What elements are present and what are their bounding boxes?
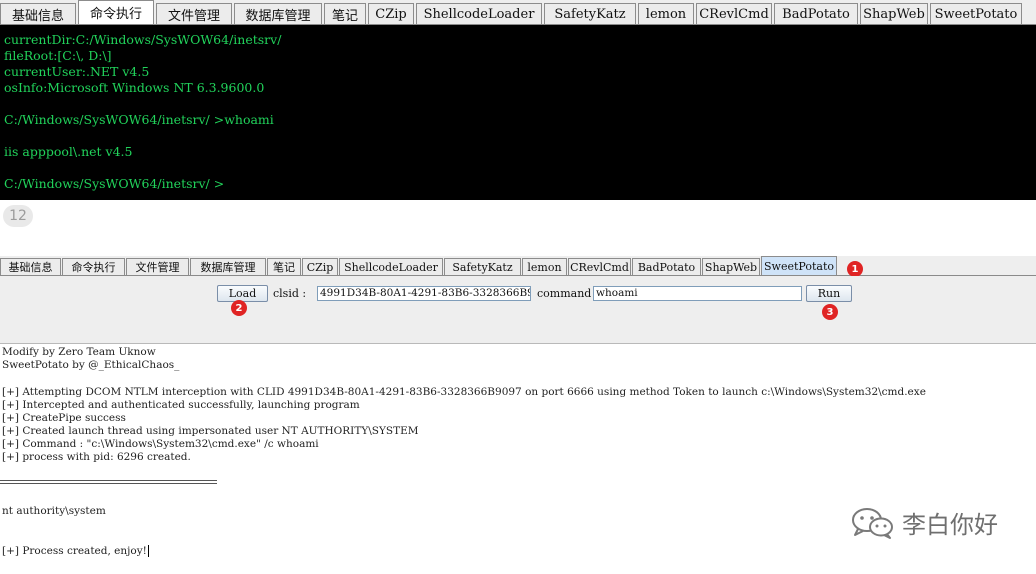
output-line: [+] Created launch thread using imperson… (2, 425, 419, 437)
tab-lemon[interactable]: lemon (638, 3, 694, 24)
output-line: SweetPotato by @_EthicalChaos_ (2, 359, 180, 371)
tab-database-manager[interactable]: 数据库管理 (190, 258, 266, 275)
top-tab-bar: 基础信息 命令执行 文件管理 数据库管理 笔记 CZip ShellcodeLo… (0, 0, 1036, 25)
console-line: fileRoot:[C:\, D:\] (4, 48, 112, 63)
tab-czip[interactable]: CZip (302, 258, 338, 275)
tab-badpotato[interactable]: BadPotato (632, 258, 701, 275)
console-line: iis apppool\.net v4.5 (4, 144, 133, 159)
command-input[interactable]: whoami (593, 286, 802, 301)
second-tab-bar: 基础信息 命令执行 文件管理 数据库管理 笔记 CZip ShellcodeLo… (0, 256, 1036, 276)
output-line: [+] CreatePipe success (2, 412, 126, 424)
output-divider (0, 480, 217, 484)
output-line: Modify by Zero Team Uknow (2, 346, 156, 358)
tab-sweetpotato[interactable]: SweetPotato (761, 256, 837, 275)
tab-lemon[interactable]: lemon (522, 258, 567, 275)
output-line: [+] process with pid: 6296 created. (2, 451, 191, 463)
watermark: 李白你好 (850, 505, 998, 540)
output-result: nt authority\system (2, 505, 106, 517)
tab-notes[interactable]: 笔记 (324, 3, 366, 24)
tab-notes[interactable]: 笔记 (267, 258, 301, 275)
tab-crevlcmd[interactable]: CRevlCmd (696, 3, 772, 24)
step-marker-1: 1 (847, 261, 863, 277)
output-final-text: [+] Process created, enjoy! (2, 545, 147, 557)
tab-shapweb[interactable]: ShapWeb (860, 3, 928, 24)
tab-file-manager[interactable]: 文件管理 (126, 258, 189, 275)
console-line: currentUser:.NET v4.5 (4, 64, 150, 79)
tab-sweetpotato[interactable]: SweetPotato (930, 3, 1022, 24)
tab-safetykatz[interactable]: SafetyKatz (444, 258, 521, 275)
tab-crevlcmd[interactable]: CRevlCmd (568, 258, 631, 275)
tab-safetykatz[interactable]: SafetyKatz (544, 3, 636, 24)
command-label: command : (537, 287, 599, 300)
output-line: [+] Attempting DCOM NTLM interception wi… (2, 386, 926, 398)
tab-czip[interactable]: CZip (368, 3, 414, 24)
tab-file-manager[interactable]: 文件管理 (156, 3, 232, 24)
command-console[interactable]: currentDir:C:/Windows/SysWOW64/inetsrv/ … (0, 25, 1036, 200)
run-button[interactable]: Run (806, 285, 852, 302)
tab-command-exec[interactable]: 命令执行 (78, 0, 154, 24)
sweetpotato-controls: Load 2 clsid : 4991D34B-80A1-4291-83B6-3… (0, 276, 1036, 344)
tab-basic-info[interactable]: 基础信息 (0, 258, 61, 275)
step-marker-3: 3 (822, 304, 838, 320)
step-marker-2: 2 (231, 300, 247, 316)
console-line: currentDir:C:/Windows/SysWOW64/inetsrv/ (4, 32, 282, 47)
output-final-line: [+] Process created, enjoy! (2, 545, 149, 558)
tab-shapweb[interactable]: ShapWeb (702, 258, 760, 275)
output-line: [+] Command : "c:\Windows\System32\cmd.e… (2, 438, 319, 450)
console-line: C:/Windows/SysWOW64/inetsrv/ >whoami (4, 112, 274, 127)
text-caret (147, 545, 149, 557)
load-button[interactable]: Load (217, 285, 268, 302)
tab-basic-info[interactable]: 基础信息 (0, 3, 76, 24)
tab-shellcodeloader[interactable]: ShellcodeLoader (339, 258, 443, 275)
wechat-icon (852, 507, 893, 539)
console-line: osInfo:Microsoft Windows NT 6.3.9600.0 (4, 80, 265, 95)
tab-command-exec[interactable]: 命令执行 (62, 258, 125, 275)
tab-shellcodeloader[interactable]: ShellcodeLoader (416, 3, 542, 24)
watermark-text: 李白你好 (902, 511, 998, 539)
clsid-input[interactable]: 4991D34B-80A1-4291-83B6-3328366B9097 (317, 286, 531, 301)
output-line: [+] Intercepted and authenticated succes… (2, 399, 360, 411)
tab-database-manager[interactable]: 数据库管理 (234, 3, 322, 24)
console-prompt[interactable]: C:/Windows/SysWOW64/inetsrv/ > (4, 176, 1036, 192)
page-number-badge: 12 (3, 205, 33, 227)
tab-badpotato[interactable]: BadPotato (774, 3, 858, 24)
clsid-label: clsid : (273, 287, 307, 300)
